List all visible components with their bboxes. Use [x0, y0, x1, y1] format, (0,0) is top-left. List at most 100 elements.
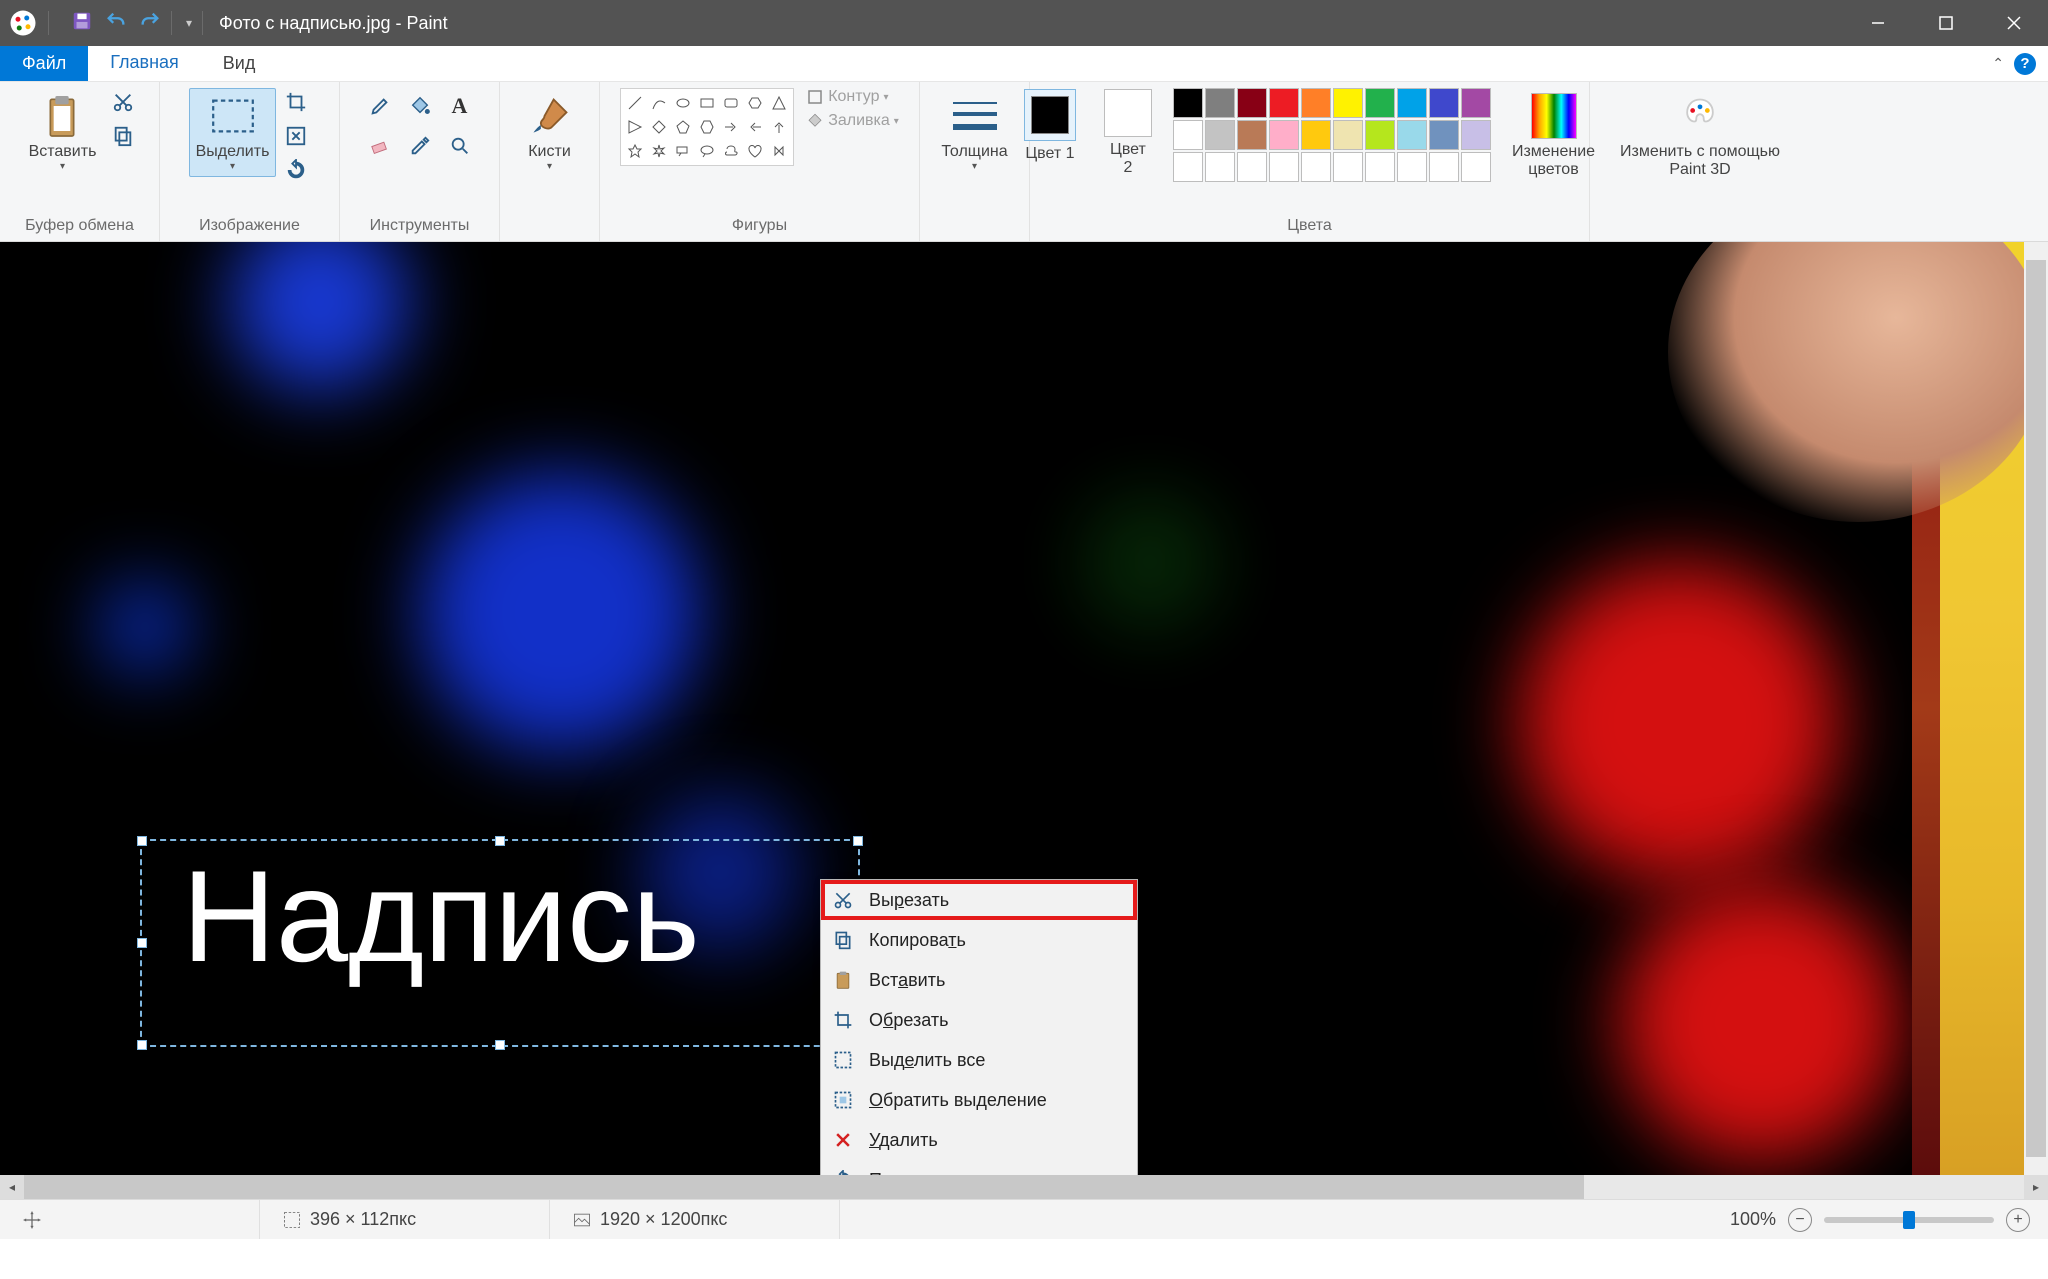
magnifier-icon[interactable]	[442, 128, 478, 164]
palette-swatch[interactable]	[1333, 152, 1363, 182]
chevron-down-icon: ▾	[972, 161, 977, 172]
paste-icon	[831, 968, 855, 992]
group-colors: Цвет 1 Цвет 2 Изменение цветов Цвета	[1030, 82, 1590, 241]
ctx-delete[interactable]: Удалить	[821, 1120, 1137, 1160]
qat-dropdown-icon[interactable]: ▾	[186, 16, 192, 30]
palette-swatch[interactable]	[1173, 152, 1203, 182]
palette-swatch[interactable]	[1237, 120, 1267, 150]
palette-swatch[interactable]	[1461, 88, 1491, 118]
size-button[interactable]: Толщина ▾	[934, 88, 1014, 177]
palette-swatch[interactable]	[1397, 152, 1427, 182]
paste-button[interactable]: Вставить ▾	[22, 88, 104, 177]
palette-swatch[interactable]	[1429, 120, 1459, 150]
clipboard-icon	[39, 93, 85, 139]
palette-swatch[interactable]	[1461, 152, 1491, 182]
ctx-selectall[interactable]: Выделить все	[821, 1040, 1137, 1080]
eraser-icon[interactable]	[362, 128, 398, 164]
zoom-out-button[interactable]: −	[1788, 1208, 1812, 1232]
tab-file[interactable]: Файл	[0, 46, 88, 81]
color2-button[interactable]: Цвет 2	[1097, 88, 1159, 182]
palette-swatch[interactable]	[1461, 120, 1491, 150]
group-shapes: Контур ▾ Заливка ▾ Фигуры	[600, 82, 920, 241]
palette-swatch[interactable]	[1429, 152, 1459, 182]
image-canvas[interactable]: Надпись ВырезатьКопироватьВставитьОбреза…	[0, 242, 2048, 1175]
collapse-ribbon-icon[interactable]: ⌃	[1992, 55, 2004, 72]
palette-swatch[interactable]	[1333, 88, 1363, 118]
help-icon[interactable]: ?	[2014, 53, 2036, 75]
ribbon-tabs: Файл Главная Вид ⌃ ?	[0, 46, 2048, 82]
ctx-invert[interactable]: Обратить выделение	[821, 1080, 1137, 1120]
palette-swatch[interactable]	[1205, 152, 1235, 182]
shape-outline-button[interactable]: Контур ▾	[806, 88, 899, 106]
palette-swatch[interactable]	[1173, 120, 1203, 150]
horizontal-scrollbar[interactable]: ◂ ▸	[0, 1175, 2048, 1199]
vertical-scrollbar[interactable]	[2024, 242, 2048, 1175]
pencil-icon[interactable]	[362, 88, 398, 124]
palette-swatch[interactable]	[1205, 88, 1235, 118]
palette-swatch[interactable]	[1269, 120, 1299, 150]
palette-swatch[interactable]	[1301, 152, 1331, 182]
ctx-label: Удалить	[869, 1130, 938, 1151]
paint3d-button[interactable]: Изменить с помощью Paint 3D	[1598, 88, 1802, 184]
select-button[interactable]: Выделить ▾	[189, 88, 277, 177]
picker-icon[interactable]	[402, 128, 438, 164]
shape-fill-button[interactable]: Заливка ▾	[806, 112, 899, 130]
palette-swatch[interactable]	[1397, 120, 1427, 150]
tab-view[interactable]: Вид	[201, 46, 278, 81]
group-clipboard: Вставить ▾ Буфер обмена	[0, 82, 160, 241]
chevron-down-icon: ▾	[547, 161, 552, 172]
palette-swatch[interactable]	[1365, 120, 1395, 150]
minimize-button[interactable]	[1844, 0, 1912, 46]
redo-icon[interactable]	[139, 10, 161, 37]
palette-swatch[interactable]	[1237, 88, 1267, 118]
palette-swatch[interactable]	[1333, 120, 1363, 150]
zoom-in-button[interactable]: +	[2006, 1208, 2030, 1232]
crop-icon	[831, 1008, 855, 1032]
color-palette[interactable]	[1173, 88, 1491, 182]
palette-swatch[interactable]	[1301, 88, 1331, 118]
selection-size-text: 396 × 112пкс	[310, 1209, 416, 1230]
palette-swatch[interactable]	[1205, 120, 1235, 150]
palette-swatch[interactable]	[1269, 152, 1299, 182]
zoom-slider[interactable]	[1824, 1217, 1994, 1223]
text-icon[interactable]: A	[442, 88, 478, 124]
palette-swatch[interactable]	[1429, 88, 1459, 118]
edit-colors-button[interactable]: Изменение цветов	[1505, 88, 1602, 184]
maximize-button[interactable]	[1912, 0, 1980, 46]
rainbow-icon	[1531, 93, 1577, 139]
ctx-rotate[interactable]: Повернуть▶	[821, 1160, 1137, 1175]
palette-swatch[interactable]	[1365, 88, 1395, 118]
status-bar: 396 × 112пкс 1920 × 1200пкс 100% − +	[0, 1199, 2048, 1239]
save-icon[interactable]	[71, 10, 93, 37]
scroll-left-icon[interactable]: ◂	[0, 1175, 24, 1199]
tab-home[interactable]: Главная	[88, 46, 201, 81]
ctx-cut[interactable]: Вырезать	[821, 880, 1137, 920]
chevron-down-icon: ▾	[60, 161, 65, 172]
palette-swatch[interactable]	[1365, 152, 1395, 182]
fill-icon[interactable]	[402, 88, 438, 124]
group-label: Изображение	[199, 217, 300, 241]
palette-swatch[interactable]	[1173, 88, 1203, 118]
palette-swatch[interactable]	[1269, 88, 1299, 118]
shapes-gallery[interactable]	[620, 88, 794, 166]
close-button[interactable]	[1980, 0, 2048, 46]
brushes-button[interactable]: Кисти ▾	[520, 88, 580, 177]
cut-icon[interactable]	[109, 88, 137, 116]
palette-swatch[interactable]	[1237, 152, 1267, 182]
ctx-crop[interactable]: Обрезать	[821, 1000, 1137, 1040]
ctx-paste[interactable]: Вставить	[821, 960, 1137, 1000]
copy-icon	[831, 928, 855, 952]
group-tools: A Инструменты	[340, 82, 500, 241]
color1-button[interactable]: Цвет 1	[1017, 88, 1083, 168]
undo-icon[interactable]	[105, 10, 127, 37]
image-size-text: 1920 × 1200пкс	[600, 1209, 727, 1230]
resize-icon[interactable]	[282, 122, 310, 150]
selection-rect[interactable]: Надпись	[140, 839, 860, 1047]
rotate-icon[interactable]	[282, 156, 310, 184]
palette-swatch[interactable]	[1397, 88, 1427, 118]
crop-icon[interactable]	[282, 88, 310, 116]
ctx-copy[interactable]: Копировать	[821, 920, 1137, 960]
copy-icon[interactable]	[109, 122, 137, 150]
palette-swatch[interactable]	[1301, 120, 1331, 150]
scroll-right-icon[interactable]: ▸	[2024, 1175, 2048, 1199]
